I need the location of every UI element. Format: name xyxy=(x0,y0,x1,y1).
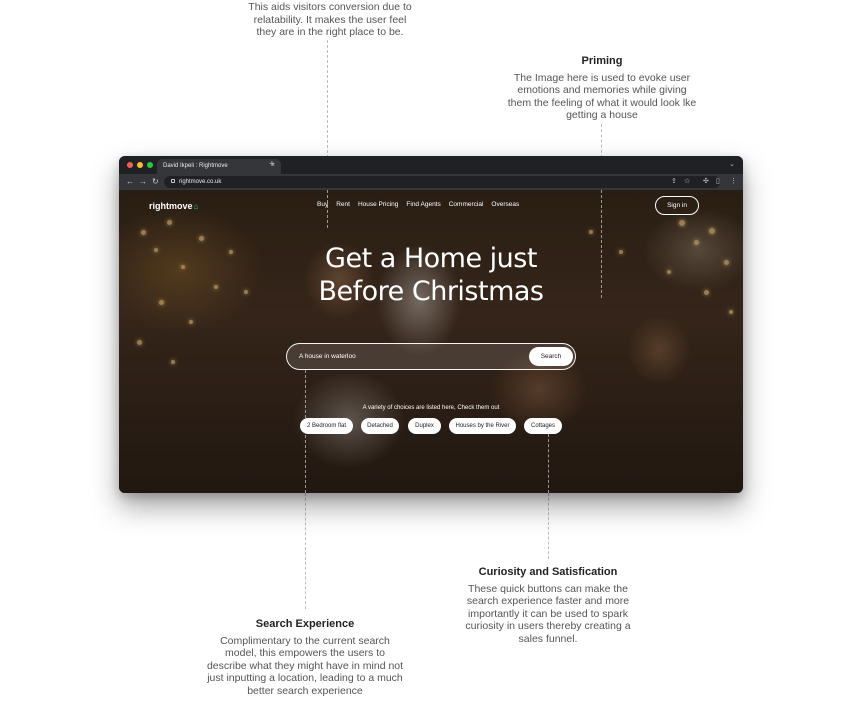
hero-background-image xyxy=(119,190,743,493)
nav-link-overseas[interactable]: Overseas xyxy=(491,201,519,208)
browser-window: David Ikpeli : Rightmove × + ⌄ ← → ↻ rig… xyxy=(119,156,743,493)
extensions-icon[interactable]: ✣ xyxy=(703,177,709,187)
search-input[interactable]: A house in waterloo xyxy=(299,353,356,360)
url-field[interactable]: rightmove.co.uk xyxy=(164,176,720,188)
connector-curiosity xyxy=(548,493,549,559)
nav-link-commercial[interactable]: Commercial xyxy=(449,201,484,208)
connector-curiosity-inner xyxy=(548,434,549,493)
annotation-relatability: This aids visitors conversion due to rel… xyxy=(230,1,430,39)
connector-priming xyxy=(601,124,602,158)
annotation-search-experience-title: Search Experience xyxy=(255,618,355,630)
annotation-relatability-body: This aids visitors conversion due to rel… xyxy=(248,1,412,39)
quick-chip-duplex[interactable]: Duplex xyxy=(408,418,441,434)
back-arrow-icon[interactable]: ← xyxy=(126,176,134,188)
more-menu-icon[interactable]: ⋮ xyxy=(730,177,737,187)
choices-caption: A variety of choices are listed here, Ch… xyxy=(362,405,500,411)
url-text: rightmove.co.uk xyxy=(179,179,222,185)
address-bar-row: ← → ↻ rightmove.co.uk ⇪ ☆ ✣ ▯ ⋮ xyxy=(119,174,743,190)
new-tab-icon[interactable]: + xyxy=(269,160,275,170)
annotation-search-experience: Search Experience Complimentary to the c… xyxy=(195,618,415,698)
annotation-priming-body: The Image here is used to evoke user emo… xyxy=(507,71,697,122)
annotation-curiosity-title: Curiosity and Satisfication xyxy=(478,566,618,578)
search-bar: A house in waterloo Search xyxy=(286,343,576,370)
minimize-window-dot[interactable] xyxy=(137,162,143,168)
connector-priming-inner xyxy=(601,190,602,298)
annotation-curiosity-body: These quick buttons can make the search … xyxy=(465,582,631,645)
nav-link-rent[interactable]: Rent xyxy=(336,201,350,208)
annotation-curiosity: Curiosity and Satisfication These quick … xyxy=(448,566,648,646)
browser-tab[interactable]: David Ikpeli : Rightmove × xyxy=(157,159,281,174)
house-logo-icon: ⌂ xyxy=(193,202,199,211)
window-controls xyxy=(127,162,153,168)
nav-link-find-agents[interactable]: Find Agents xyxy=(406,201,440,208)
connector-relatability-inner xyxy=(327,190,328,228)
hero-section: rightmove⌂ Buy Rent House Pricing Find A… xyxy=(119,190,743,493)
quick-chip-houses-by-the-river[interactable]: Houses by the River xyxy=(449,418,516,434)
connector-search-experience xyxy=(305,493,306,609)
sidebar-icon[interactable]: ▯ xyxy=(716,177,720,187)
close-window-dot[interactable] xyxy=(127,162,133,168)
quick-chip-2-bedroom-flat[interactable]: 2 Bedroom flat xyxy=(300,418,353,434)
connector-search-experience-inner xyxy=(305,370,306,493)
hero-headline-line-1: Get a Home just xyxy=(325,243,537,274)
connector-relatability xyxy=(327,40,328,158)
logo-text: rightmove xyxy=(149,201,193,211)
quick-chip-cottages[interactable]: Cottages xyxy=(524,418,562,434)
browser-tab-bar: David Ikpeli : Rightmove × + ⌄ xyxy=(119,156,743,174)
lock-icon xyxy=(171,179,175,183)
browser-tab-title: David Ikpeli : Rightmove xyxy=(163,163,228,169)
annotation-priming: Priming The Image here is used to evoke … xyxy=(498,55,706,122)
annotation-search-experience-body: Complimentary to the current search mode… xyxy=(206,634,404,697)
hero-headline: Get a Home just Before Christmas xyxy=(119,242,743,308)
bookmark-star-icon[interactable]: ☆ xyxy=(684,177,690,187)
annotation-priming-title: Priming xyxy=(581,55,623,67)
forward-arrow-icon[interactable]: → xyxy=(139,176,147,188)
nav-link-house-pricing[interactable]: House Pricing xyxy=(358,201,398,208)
reload-icon[interactable]: ↻ xyxy=(152,176,159,188)
tab-list-chevron-icon[interactable]: ⌄ xyxy=(729,160,735,168)
rightmove-logo[interactable]: rightmove⌂ xyxy=(149,201,198,211)
main-nav: Buy Rent House Pricing Find Agents Comme… xyxy=(317,201,519,208)
share-icon[interactable]: ⇪ xyxy=(671,177,677,187)
quick-chip-detached[interactable]: Detached xyxy=(361,418,399,434)
sign-in-button[interactable]: Sign in xyxy=(655,196,699,215)
hero-headline-line-2: Before Christmas xyxy=(318,276,545,307)
search-button[interactable]: Search xyxy=(529,347,573,366)
maximize-window-dot[interactable] xyxy=(147,162,153,168)
